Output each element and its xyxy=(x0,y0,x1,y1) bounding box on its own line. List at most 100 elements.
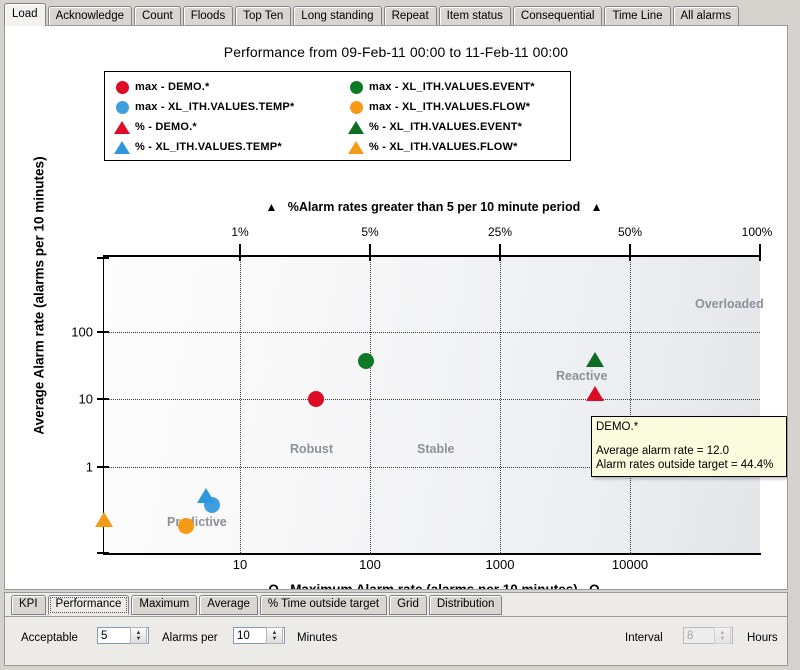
bottom-tab-maximum[interactable]: Maximum xyxy=(131,595,198,615)
data-point--demo-[interactable] xyxy=(586,386,604,401)
legend-label: max - DEMO.* xyxy=(135,81,210,93)
top-tab-count[interactable]: Count xyxy=(134,6,181,25)
top-axis-caption: ▲ %Alarm rates greater than 5 per 10 min… xyxy=(104,200,764,214)
top-tab-top-ten[interactable]: Top Ten xyxy=(235,6,292,25)
zone-label-stable: Stable xyxy=(417,442,455,456)
triangle-marker-icon xyxy=(114,120,130,134)
gridline-horizontal xyxy=(104,399,760,400)
acceptable-value[interactable]: 5 xyxy=(98,630,129,642)
bottom-tab-bar: KPI Performance Maximum Average% Time outsi… xyxy=(4,592,788,666)
gridline-horizontal xyxy=(104,332,760,333)
top-axis-tick xyxy=(759,244,761,256)
interval-label: Interval xyxy=(625,632,663,644)
page-title: Performance from 09-Feb-11 00:00 to 11-F… xyxy=(223,44,569,60)
alarms-per-label: Alarms per xyxy=(162,632,218,644)
top-axis-tick xyxy=(369,244,371,256)
x-axis-title: O Maximum Alarm rate (alarms per 10 minu… xyxy=(104,582,764,590)
legend-pct-flow: % - XL_ITH.VALUES.FLOW* xyxy=(343,137,576,157)
triangle-marker-icon xyxy=(348,120,364,134)
legend-max-flow: max - XL_ITH.VALUES.FLOW* xyxy=(343,97,576,117)
legend-column-left: max - DEMO.* max - XL_ITH.VALUES.TEMP* % -… xyxy=(109,77,342,157)
acceptable-stepper-arrows[interactable]: ▲ ▼ xyxy=(130,627,147,644)
gridline-vertical xyxy=(370,257,371,553)
tab-separator xyxy=(5,616,787,617)
y-axis-tick xyxy=(97,552,109,554)
top-tab-item-status[interactable]: Item status xyxy=(438,6,511,25)
top-tab-consequential[interactable]: Consequential xyxy=(512,6,603,25)
tooltip-spacer xyxy=(596,434,782,444)
legend-label: max - XL_ITH.VALUES.TEMP* xyxy=(135,101,295,113)
legend-label: % - XL_ITH.VALUES.FLOW* xyxy=(369,141,518,153)
y-axis-title: Average Alarm rate (alarms per 10 minute… xyxy=(31,156,47,435)
legend-marker xyxy=(109,80,135,94)
bottom-tab-average[interactable]: Average xyxy=(199,595,258,615)
circle-marker-icon xyxy=(308,391,324,407)
alarms-per-stepper-arrows[interactable]: ▲ ▼ xyxy=(266,627,283,644)
top-tab-repeat[interactable]: Repeat xyxy=(383,6,437,25)
legend-marker xyxy=(343,120,369,134)
legend-max-temp: max - XL_ITH.VALUES.TEMP* xyxy=(109,97,342,117)
data-point--xl-ith-values-event-[interactable] xyxy=(586,352,604,367)
acceptable-stepper[interactable]: 5 ▲ ▼ xyxy=(97,627,149,644)
data-point--xl-ith-values-temp-[interactable] xyxy=(197,488,215,503)
top-axis-caption-text: %Alarm rates greater than 5 per 10 minut… xyxy=(287,200,581,214)
triangle-right-icon: ▲ xyxy=(590,200,603,214)
alarms-per-stepper[interactable]: 10 ▲ ▼ xyxy=(233,627,285,644)
x-axis-tick-label-10000: 10000 xyxy=(611,557,649,572)
top-axis-tick-50pct: 50% xyxy=(617,225,643,239)
circle-right-icon: O xyxy=(589,582,600,590)
bottom-tab-performance[interactable]: Performance xyxy=(47,595,130,615)
top-tab-load[interactable]: Load xyxy=(4,3,46,26)
legend-marker xyxy=(109,140,135,154)
tooltip-average-rate: Average alarm rate = 12.0 xyxy=(596,445,730,457)
data-point-max-demo-[interactable] xyxy=(308,391,324,407)
bottom-tab-kpi[interactable]: KPI xyxy=(11,595,46,615)
data-point--xl-ith-values-flow-[interactable] xyxy=(95,512,113,527)
bottom-tab-distribution[interactable]: Distribution xyxy=(428,595,503,615)
y-axis-tick-label-1: 1 xyxy=(85,459,93,475)
top-axis-tick xyxy=(629,244,631,256)
data-point-max-xl-ith-values-flow-[interactable] xyxy=(178,518,194,534)
legend-label: max - XL_ITH.VALUES.FLOW* xyxy=(369,101,531,113)
circle-marker-icon xyxy=(349,100,363,114)
legend-label: % - XL_ITH.VALUES.TEMP* xyxy=(135,141,282,153)
tooltip-title: DEMO.* xyxy=(596,421,639,433)
alarms-per-value[interactable]: 10 xyxy=(234,630,265,642)
top-tab-time-line[interactable]: Time Line xyxy=(604,6,671,25)
top-axis-tick-labels: 1% 5% 25% 50% 100% xyxy=(5,225,787,241)
top-axis-tick-25pct: 25% xyxy=(487,225,513,239)
legend-pct-event: % - XL_ITH.VALUES.EVENT* xyxy=(343,117,576,137)
y-axis-tick-label-10: 10 xyxy=(78,391,93,407)
legend-marker xyxy=(343,140,369,154)
top-tab-list: Load Acknowledge Count Floods Top Ten Long st… xyxy=(4,3,741,26)
zone-label-overloaded: Overloaded xyxy=(695,297,764,311)
top-axis-tick-5pct: 5% xyxy=(361,225,379,239)
plot-area[interactable]: Overloaded Reactive Robust Stable Predictive xyxy=(95,257,764,553)
status-bar: Acceptable 5 ▲ ▼ Alarms per 10 ▲ ▼ Minutes… xyxy=(5,619,787,663)
top-tab-all-alarms[interactable]: All alarms xyxy=(672,6,739,25)
top-tab-bar: Load Acknowledge Count Floods Top Ten Long st… xyxy=(0,0,800,26)
circle-marker-icon xyxy=(349,80,363,94)
triangle-left-icon: ▲ xyxy=(265,200,278,214)
legend-label: max - XL_ITH.VALUES.EVENT* xyxy=(369,81,535,93)
top-axis-tick-1pct: 1% xyxy=(231,225,249,239)
bottom-tab-grid[interactable]: Grid xyxy=(389,595,427,615)
top-tab-floods[interactable]: Floods xyxy=(182,6,234,25)
data-point-tooltip: DEMO.* Average alarm rate = 12.0 Alarm r… xyxy=(591,416,787,477)
triangle-marker-icon xyxy=(586,352,604,367)
interval-value[interactable]: 8 xyxy=(684,630,713,642)
data-point-max-xl-ith-values-event-[interactable] xyxy=(358,353,374,369)
top-axis-tick xyxy=(499,244,501,256)
legend-label: % - XL_ITH.VALUES.EVENT* xyxy=(369,121,523,133)
bottom-tab--time-outside-target[interactable]: % Time outside target xyxy=(259,595,388,615)
y-axis-tick xyxy=(97,398,109,400)
y-axis-tick xyxy=(97,331,109,333)
circle-marker-icon xyxy=(178,518,194,534)
chart-legend: max - DEMO.* max - XL_ITH.VALUES.TEMP* % -… xyxy=(104,71,571,161)
bottom-tab-list: KPI Performance Maximum Average% Time outsi… xyxy=(11,595,504,617)
triangle-marker-icon xyxy=(348,140,364,154)
interval-stepper[interactable]: 8 ▲ ▼ xyxy=(683,627,733,644)
top-tab-acknowledge[interactable]: Acknowledge xyxy=(47,6,132,25)
interval-stepper-arrows[interactable]: ▲ ▼ xyxy=(714,627,731,644)
top-tab-long-standing[interactable]: Long standing xyxy=(293,6,382,25)
